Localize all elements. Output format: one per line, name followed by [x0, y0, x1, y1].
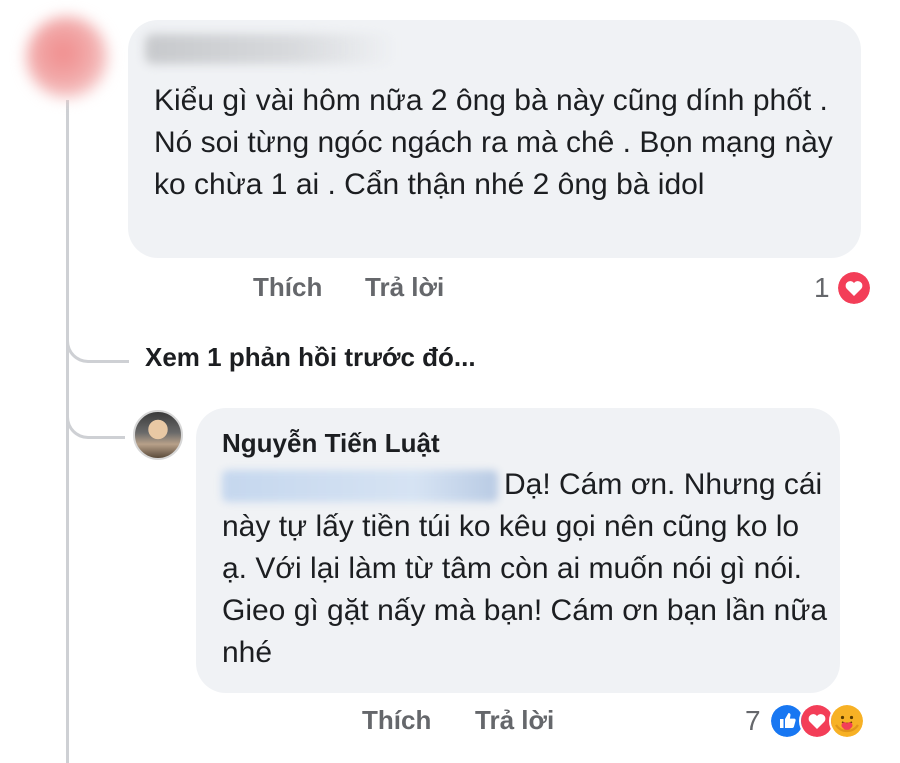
author-name-blurred[interactable]	[145, 34, 395, 64]
comment-text-2: Dạ! Cám ơn. Nhưng cái này tự lấy tiền tú…	[222, 468, 828, 669]
reply-button-2[interactable]: Trả lời	[475, 705, 554, 736]
comment-text-1: Kiểu gì vài hôm nữa 2 ông bà này cũng dí…	[154, 84, 833, 201]
avatar-blurred[interactable]	[26, 16, 108, 98]
reactions-2[interactable]	[769, 703, 865, 739]
reply-button-1[interactable]: Trả lời	[365, 272, 444, 303]
heart-icon	[836, 270, 872, 306]
view-previous-replies-link[interactable]: Xem 1 phản hồi trước đó...	[145, 342, 476, 373]
thread-line-main	[66, 100, 69, 763]
author-name[interactable]: Nguyễn Tiến Luật	[222, 428, 440, 459]
reactions-1[interactable]	[836, 270, 872, 306]
reaction-count-1[interactable]: 1	[814, 272, 830, 304]
thread-connector-reply	[66, 400, 125, 439]
avatar[interactable]	[133, 410, 183, 460]
like-button-1[interactable]: Thích	[253, 272, 322, 303]
thread-connector-see-more	[66, 320, 129, 363]
like-button-2[interactable]: Thích	[362, 705, 431, 736]
care-icon	[829, 703, 865, 739]
reaction-count-2[interactable]: 7	[745, 705, 761, 737]
